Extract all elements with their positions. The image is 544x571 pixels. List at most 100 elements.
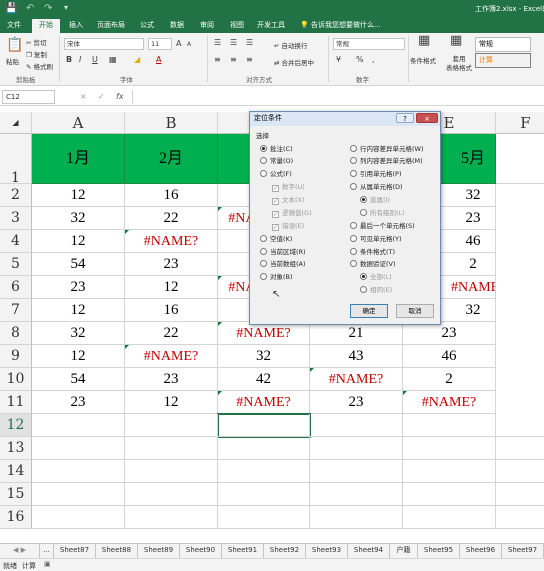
borders-icon[interactable]: ▦ <box>109 55 117 65</box>
row-header-8[interactable]: 8 <box>0 322 32 345</box>
percent-button[interactable]: % <box>356 55 364 65</box>
align-middle-icon[interactable]: ☰ <box>230 38 237 48</box>
save-icon[interactable]: 💾 <box>5 3 17 14</box>
wrap-text-button[interactable]: ↵ 自动换行 <box>274 40 308 50</box>
cell-b11[interactable]: 12 <box>125 391 218 414</box>
dialog-help-icon[interactable]: ? <box>396 113 414 123</box>
sheet-tab[interactable]: Sheet93 <box>306 544 348 558</box>
enter-icon[interactable]: ✓ <box>98 92 105 102</box>
tab-formulas[interactable]: 公式 <box>135 19 159 33</box>
font-color-icon[interactable]: A <box>156 55 161 65</box>
cell-a6[interactable]: 23 <box>32 276 125 299</box>
sheet-tab[interactable]: Sheet89 <box>138 544 180 558</box>
option-conditional-formats[interactable]: 条件格式(T) <box>350 247 395 257</box>
cell-c9[interactable]: 32 <box>218 345 310 368</box>
option-errors[interactable]: ✓ 错误(E) <box>272 221 304 231</box>
dialog-close-icon[interactable]: × <box>416 113 438 123</box>
row-header-11[interactable]: 11 <box>0 391 32 414</box>
cell-a7[interactable]: 12 <box>32 299 125 322</box>
format-painter-button[interactable]: ✎ 格式刷 <box>26 61 53 71</box>
option-all-levels[interactable]: 所有级别(L) <box>360 208 405 218</box>
table-format-button[interactable]: 套用 表格格式 <box>446 55 472 73</box>
row-header-9[interactable]: 9 <box>0 345 32 368</box>
cell-d8[interactable]: 21 <box>310 322 403 345</box>
option-numbers[interactable]: ✓ 数字(U) <box>272 182 305 192</box>
tab-data[interactable]: 数据 <box>165 19 189 33</box>
cell-f1[interactable] <box>496 134 544 184</box>
cell-b9[interactable]: #NAME? <box>125 345 218 368</box>
sheet-tab[interactable]: Sheet92 <box>264 544 306 558</box>
name-box[interactable]: C12 <box>2 90 55 104</box>
conditional-format-icon[interactable]: ▦ <box>418 34 430 47</box>
bold-button[interactable]: B <box>66 55 72 65</box>
select-all-corner[interactable]: ◢ <box>0 112 32 134</box>
row-header-7[interactable]: 7 <box>0 299 32 322</box>
option-constants[interactable]: 常量(O) <box>260 156 293 166</box>
row-header-2[interactable]: 2 <box>0 184 32 207</box>
cell-c8[interactable]: #NAME? <box>218 322 310 345</box>
conditional-format-button[interactable]: 条件格式 <box>410 55 436 65</box>
row-header-15[interactable]: 15 <box>0 483 32 506</box>
option-current-region[interactable]: 当前区域(R) <box>260 247 306 257</box>
cell-b7[interactable]: 16 <box>125 299 218 322</box>
sheet-tab[interactable]: Sheet87 <box>54 544 96 558</box>
table-format-icon[interactable]: ▦ <box>450 34 462 47</box>
macro-record-icon[interactable]: ▣ <box>44 560 51 568</box>
style-normal[interactable]: 常规 <box>475 37 531 52</box>
column-header-b[interactable]: B <box>125 112 218 134</box>
cell-c10[interactable]: 42 <box>218 368 310 391</box>
cell-a1[interactable]: 1月 <box>32 134 125 184</box>
cell-e8[interactable]: 23 <box>403 322 496 345</box>
cell-a3[interactable]: 32 <box>32 207 125 230</box>
fx-icon[interactable]: fx <box>116 92 124 102</box>
grow-font-icon[interactable]: A <box>176 39 181 49</box>
option-comments[interactable]: 批注(C) <box>260 144 293 154</box>
cell-b1[interactable]: 2月 <box>125 134 218 184</box>
sheet-tab[interactable]: Sheet90 <box>180 544 222 558</box>
tell-me-box[interactable]: 💡 告诉我您想要做什么... <box>298 19 388 33</box>
ok-button[interactable]: 确定 <box>350 304 388 318</box>
option-direct-only[interactable]: 直属(I) <box>360 195 390 205</box>
cell-b2[interactable]: 16 <box>125 184 218 207</box>
row-header-1[interactable]: 1 <box>0 134 32 186</box>
tab-insert[interactable]: 插入 <box>64 19 88 33</box>
tab-view[interactable]: 视图 <box>225 19 249 33</box>
option-text[interactable]: ✓ 文本(X) <box>272 195 305 205</box>
sheet-tab[interactable]: Sheet97 <box>502 544 544 558</box>
sheet-tab[interactable]: Sheet96 <box>460 544 502 558</box>
cell-b3[interactable]: 22 <box>125 207 218 230</box>
number-format-select[interactable]: 常规 <box>333 38 405 50</box>
cell-a9[interactable]: 12 <box>32 345 125 368</box>
cell-a11[interactable]: 23 <box>32 391 125 414</box>
tab-file[interactable]: 文件 <box>2 19 26 33</box>
option-precedents[interactable]: 引用单元格(P) <box>350 169 402 179</box>
cell-e9[interactable]: 46 <box>403 345 496 368</box>
sheet-tab[interactable]: 户籍 <box>390 544 418 558</box>
option-logicals[interactable]: ✓ 逻辑值(G) <box>272 208 312 218</box>
cancel-button[interactable]: 取消 <box>396 304 434 318</box>
align-top-icon[interactable]: ☰ <box>214 38 221 48</box>
underline-button[interactable]: U <box>92 55 98 65</box>
sheet-tab[interactable]: Sheet94 <box>348 544 390 558</box>
tab-developer[interactable]: 开发工具 <box>254 19 288 33</box>
align-right-icon[interactable]: ≡ <box>246 55 253 65</box>
paste-icon[interactable]: 📋 <box>6 37 23 53</box>
row-header-16[interactable]: 16 <box>0 506 32 529</box>
cell-a10[interactable]: 54 <box>32 368 125 391</box>
sheet-tab-more[interactable]: ... <box>40 544 54 558</box>
fill-color-icon[interactable]: ◢ <box>134 55 140 65</box>
row-header-14[interactable]: 14 <box>0 460 32 483</box>
style-calculation[interactable]: 计算 <box>475 53 531 68</box>
cell-a2[interactable]: 12 <box>32 184 125 207</box>
cell-a8[interactable]: 32 <box>32 322 125 345</box>
cell-e11[interactable]: #NAME? <box>403 391 496 414</box>
cell-d9[interactable]: 43 <box>310 345 403 368</box>
option-current-array[interactable]: 当前数组(A) <box>260 259 306 269</box>
cell-a4[interactable]: 12 <box>32 230 125 253</box>
sheet-tab[interactable]: Sheet91 <box>222 544 264 558</box>
cell-b6[interactable]: 12 <box>125 276 218 299</box>
italic-button[interactable]: I <box>79 55 81 65</box>
sheet-tab[interactable]: Sheet95 <box>418 544 460 558</box>
paste-button[interactable]: 粘贴 <box>6 56 19 66</box>
cell-b5[interactable]: 23 <box>125 253 218 276</box>
